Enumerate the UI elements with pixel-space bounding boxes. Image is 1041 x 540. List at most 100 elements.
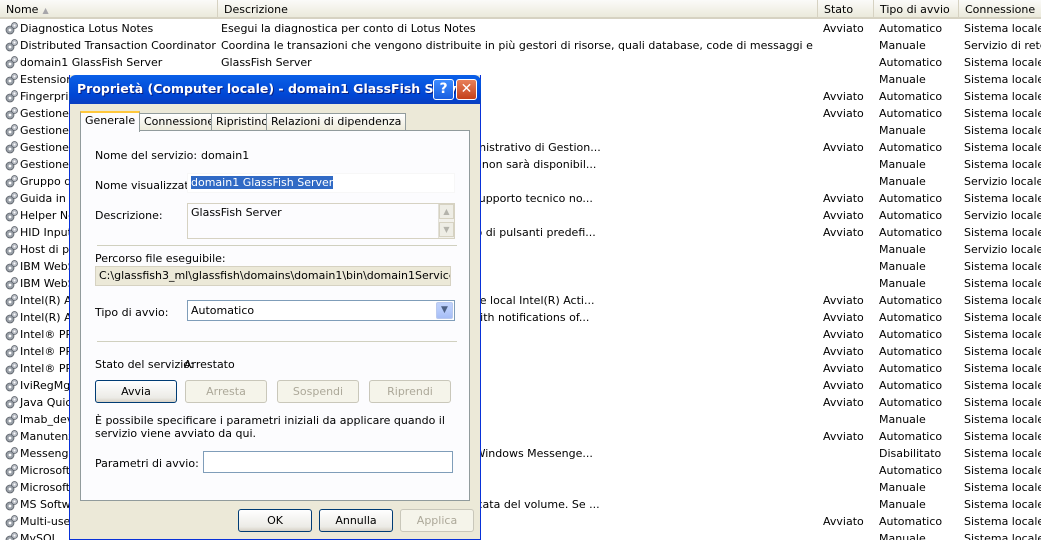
tab-connessione[interactable]: Connessione: [139, 113, 220, 131]
service-state-cell: [823, 462, 873, 479]
service-row[interactable]: domain1 GlassFish Server GlassFish Server…: [0, 54, 1041, 71]
service-connection-cell: Sistema locale: [964, 226, 1041, 239]
service-state-cell: Avviato: [823, 22, 864, 35]
service-state-cell: [823, 258, 873, 275]
service-connection-cell: Sistema locale: [964, 447, 1041, 460]
service-state-cell: [823, 479, 873, 496]
service-connection-cell: Sistema locale: [964, 22, 1041, 35]
service-startup-cell: Manuale: [879, 124, 926, 137]
startup-params-hint: È possibile specificare i parametri iniz…: [95, 414, 445, 440]
display-name-input[interactable]: domain1 GlassFish Server: [187, 173, 455, 193]
service-startup-cell: Automatico: [879, 209, 943, 222]
service-startup-cell: Manuale: [879, 413, 926, 426]
service-connection-cell: Sistema locale: [964, 396, 1041, 409]
description-field[interactable]: GlassFish Server ▲ ▼: [187, 203, 455, 239]
service-state-cell: Avviato: [823, 396, 864, 409]
service-connection-cell: Sistema locale: [964, 345, 1041, 358]
resume-service-button[interactable]: Riprendi: [369, 380, 451, 403]
service-state-cell: [823, 122, 873, 139]
ok-button[interactable]: OK: [238, 509, 312, 532]
cancel-button[interactable]: Annulla: [319, 509, 393, 532]
divider: [97, 245, 457, 246]
service-connection-cell: Sistema locale: [964, 192, 1041, 205]
column-header-connection[interactable]: Connessione: [959, 0, 1041, 19]
service-row[interactable]: Diagnostica Lotus Notes Esegui la diagnos…: [0, 20, 1041, 37]
column-header-startup[interactable]: Tipo di avvio: [874, 0, 959, 19]
service-startup-cell: Manuale: [879, 158, 926, 171]
service-state-cell: Avviato: [823, 107, 864, 120]
startup-type-select[interactable]: Automatico ▼: [187, 300, 455, 321]
chevron-down-icon[interactable]: ▼: [436, 302, 453, 319]
service-row[interactable]: Distributed Transaction Coordinator Coord…: [0, 37, 1041, 54]
service-connection-cell: Sistema locale: [964, 379, 1041, 392]
service-state-cell: Avviato: [823, 345, 864, 358]
pause-service-button[interactable]: Sospendi: [277, 380, 359, 403]
close-button[interactable]: ✕: [456, 79, 477, 100]
scroll-up-icon[interactable]: ▲: [439, 204, 454, 219]
service-connection-cell: Sistema locale: [964, 413, 1041, 426]
service-connection-cell: Sistema locale: [964, 481, 1041, 494]
tab-ripristino[interactable]: Ripristino: [211, 113, 274, 131]
service-state-cell: Avviato: [823, 328, 864, 341]
service-state-cell: [823, 173, 873, 190]
service-connection-cell: Sistema locale: [964, 515, 1041, 528]
dialog-title: Proprietà (Computer locale) - domain1 Gl…: [77, 81, 471, 96]
column-header-state[interactable]: Stato: [818, 0, 874, 19]
help-button[interactable]: ?: [433, 79, 454, 100]
service-startup-cell: Automatico: [879, 345, 943, 358]
service-startup-cell: Automatico: [879, 396, 943, 409]
service-state-cell: Avviato: [823, 311, 864, 324]
service-status-value: Arrestato: [184, 358, 235, 371]
service-startup-cell: Automatico: [879, 226, 943, 239]
stop-service-button[interactable]: Arresta: [185, 380, 267, 403]
service-connection-cell: Servizio di rete: [964, 39, 1041, 52]
service-state-cell: Avviato: [823, 379, 864, 392]
apply-button[interactable]: Applica: [400, 509, 474, 532]
startup-params-input[interactable]: [203, 451, 453, 473]
sort-ascending-icon: ▲: [42, 6, 49, 15]
service-startup-cell: Manuale: [879, 175, 926, 188]
service-state-cell: Avviato: [823, 226, 864, 239]
service-connection-cell: Sistema locale: [964, 90, 1041, 103]
service-startup-cell: Manuale: [879, 498, 926, 511]
service-state-cell: Avviato: [823, 294, 864, 307]
tab-panel-generale: Nome del servizio: domain1 Nome visualiz…: [80, 130, 470, 501]
path-field[interactable]: C:\glassfish3_ml\glassfish\domains\domai…: [95, 266, 451, 286]
service-startup-cell: Automatico: [879, 90, 943, 103]
service-connection-cell: Servizio locale: [964, 243, 1041, 256]
list-header: Nome ▲ Descrizione Stato Tipo di avvio Co…: [0, 0, 1041, 19]
service-startup-cell: Disabilitato: [879, 447, 942, 460]
properties-dialog: Proprietà (Computer locale) - domain1 Gl…: [69, 75, 481, 540]
column-header-name[interactable]: Nome ▲: [0, 0, 218, 19]
dialog-titlebar[interactable]: Proprietà (Computer locale) - domain1 Gl…: [69, 75, 481, 104]
service-name-label: Nome del servizio:: [95, 149, 198, 162]
service-startup-cell: Automatico: [879, 294, 943, 307]
service-description-cell: GlassFish Server: [221, 56, 312, 69]
column-header-description[interactable]: Descrizione: [218, 0, 818, 19]
service-connection-cell: Servizio locale: [964, 209, 1041, 222]
service-state-cell: [823, 241, 873, 258]
service-startup-cell: Automatico: [879, 430, 943, 443]
service-startup-cell: Automatico: [879, 107, 943, 120]
display-name-selection: domain1 GlassFish Server: [191, 176, 334, 189]
service-state-cell: [823, 275, 873, 292]
scroll-down-icon[interactable]: ▼: [439, 222, 454, 237]
service-connection-cell: Sistema locale: [964, 464, 1041, 477]
startup-type-label: Tipo di avvio:: [95, 306, 169, 319]
tab-relazioni-dipendenza[interactable]: Relazioni di dipendenza: [266, 113, 407, 131]
service-startup-cell: Manuale: [879, 39, 926, 52]
tab-generale[interactable]: Generale: [80, 111, 141, 132]
service-state-cell: Avviato: [823, 90, 864, 103]
description-label: Descrizione:: [95, 209, 163, 222]
service-description-cell: Esegui la diagnostica per conto di Lotus…: [221, 22, 476, 35]
start-service-button[interactable]: Avvia: [95, 380, 177, 403]
service-startup-cell: Automatico: [879, 362, 943, 375]
description-scrollbar[interactable]: ▲ ▼: [438, 204, 454, 238]
service-startup-cell: Manuale: [879, 481, 926, 494]
service-startup-cell: Manuale: [879, 532, 926, 540]
service-startup-cell: Automatico: [879, 22, 943, 35]
service-startup-cell: Automatico: [879, 464, 943, 477]
service-name-cell: domain1 GlassFish Server: [20, 56, 163, 69]
service-startup-cell: Automatico: [879, 56, 943, 69]
service-startup-cell: Automatico: [879, 311, 943, 324]
